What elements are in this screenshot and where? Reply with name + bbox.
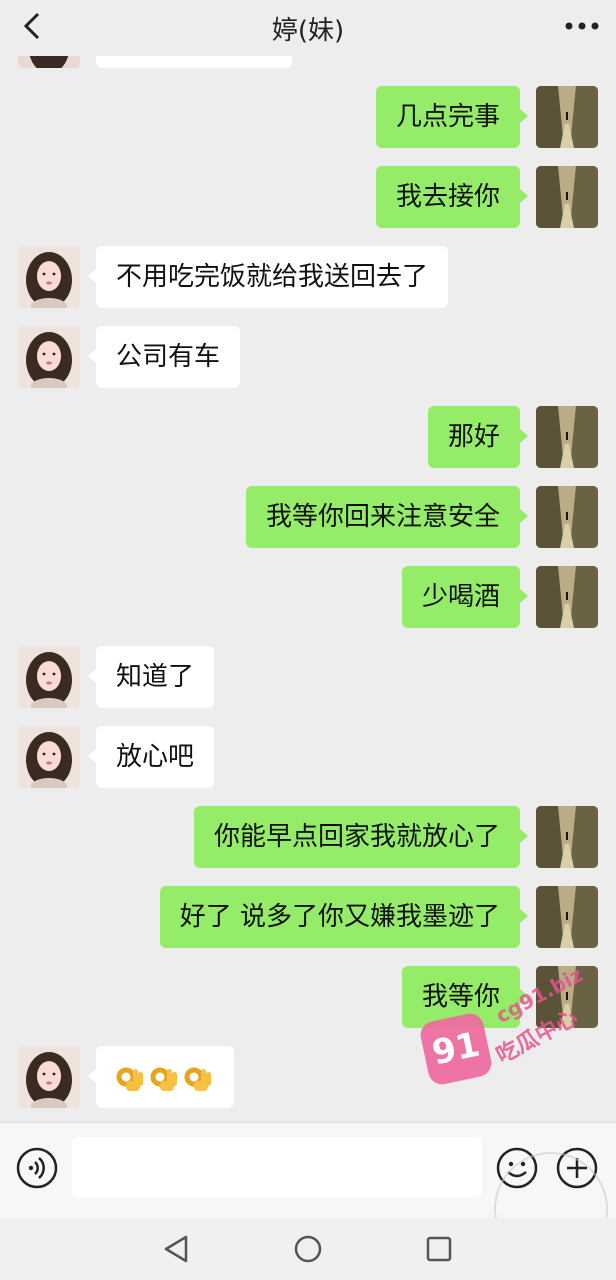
chat-title: 婷(妹) — [271, 16, 345, 46]
message-row: 好了 说多了你又嫌我墨迹了 — [0, 886, 616, 948]
voice-button[interactable] — [16, 1147, 58, 1189]
message-bubble: 你能早点回家我就放心了 — [193, 806, 529, 868]
nav-home-button[interactable] — [291, 1232, 325, 1266]
avatar[interactable] — [18, 646, 80, 708]
avatar-image — [18, 726, 80, 788]
avatar-image — [536, 406, 598, 468]
plus-icon — [556, 1147, 598, 1189]
ok-hand-emoji — [150, 1067, 177, 1091]
avatar[interactable] — [18, 326, 80, 388]
message-bubble: 我等你 — [401, 966, 529, 1028]
message-row: 那好 — [0, 406, 616, 468]
more-options-button[interactable] — [556, 1147, 598, 1189]
avatar[interactable] — [536, 486, 598, 548]
avatar[interactable] — [536, 566, 598, 628]
message-row: 几点完事 — [0, 86, 616, 148]
message-bubble: 公司有车 — [87, 326, 241, 388]
nav-back-button[interactable] — [160, 1232, 194, 1266]
avatar[interactable] — [536, 166, 598, 228]
triangle-back-icon — [164, 1235, 188, 1263]
avatar[interactable] — [18, 1046, 80, 1108]
avatar[interactable] — [18, 56, 80, 68]
message-bubble: 放心吧 — [87, 726, 215, 788]
emoji-button[interactable] — [496, 1147, 538, 1189]
smiley-icon — [496, 1147, 538, 1189]
message-row: 你能早点回家我就放心了 — [0, 806, 616, 868]
avatar-image — [536, 966, 598, 1028]
avatar[interactable] — [18, 726, 80, 788]
message-row: 我等你 — [0, 966, 616, 1028]
circle-home-icon — [294, 1235, 322, 1263]
message-bubble: 那好 — [427, 406, 529, 468]
avatar-image — [18, 326, 80, 388]
avatar[interactable] — [536, 406, 598, 468]
message-bubble: 知道了 — [87, 646, 215, 708]
message-bubble — [88, 1046, 234, 1108]
title-bar: 婷(妹) — [0, 0, 616, 56]
voice-icon — [16, 1147, 58, 1189]
system-nav-bar — [0, 1218, 616, 1280]
message-row: 少喝酒 — [0, 566, 616, 628]
ok-hand-emoji — [184, 1067, 211, 1091]
message-bubble: 我去接你 — [375, 166, 529, 228]
avatar-image — [536, 566, 598, 628]
avatar-image — [18, 246, 80, 308]
message-row: 不用吃完饭就给我送回去了 — [0, 246, 616, 308]
emoji-group — [116, 1063, 214, 1093]
avatar-image — [18, 1046, 80, 1108]
message-bubble: 我等你回来注意安全 — [245, 486, 529, 548]
avatar-image — [18, 646, 80, 708]
message-row-partial — [0, 56, 616, 68]
avatar[interactable] — [536, 806, 598, 868]
message-row: 放心吧 — [0, 726, 616, 788]
square-recents-icon — [426, 1236, 452, 1262]
message-bubble: 不用吃完饭就给我送回去了 — [87, 246, 449, 308]
message-bubble: 几点完事 — [375, 86, 529, 148]
message-bubble: 好了 说多了你又嫌我墨迹了 — [159, 886, 529, 948]
ok-hand-emoji — [116, 1067, 143, 1091]
avatar-image — [536, 486, 598, 548]
avatar-image — [536, 166, 598, 228]
message-row: 我等你回来注意安全 — [0, 486, 616, 548]
avatar[interactable] — [18, 246, 80, 308]
message-bubble — [96, 56, 292, 68]
avatar[interactable] — [536, 886, 598, 948]
more-button[interactable] — [562, 8, 602, 44]
message-bubble: 少喝酒 — [401, 566, 529, 628]
message-row: 知道了 — [0, 646, 616, 708]
message-row: 公司有车 — [0, 326, 616, 388]
message-row — [0, 1046, 616, 1108]
message-list[interactable]: 几点完事 我去接你 不用吃完饭就给我送回去了 公司有车 那好 我等你回来注意安全… — [0, 56, 616, 1122]
avatar-image — [536, 806, 598, 868]
avatar-image — [536, 886, 598, 948]
input-bar — [0, 1122, 616, 1219]
more-dots-icon — [565, 22, 599, 30]
avatar[interactable] — [536, 966, 598, 1028]
message-row: 我去接你 — [0, 166, 616, 228]
avatar-image — [536, 86, 598, 148]
avatar[interactable] — [536, 86, 598, 148]
message-input[interactable] — [72, 1137, 482, 1197]
nav-recents-button[interactable] — [422, 1232, 456, 1266]
